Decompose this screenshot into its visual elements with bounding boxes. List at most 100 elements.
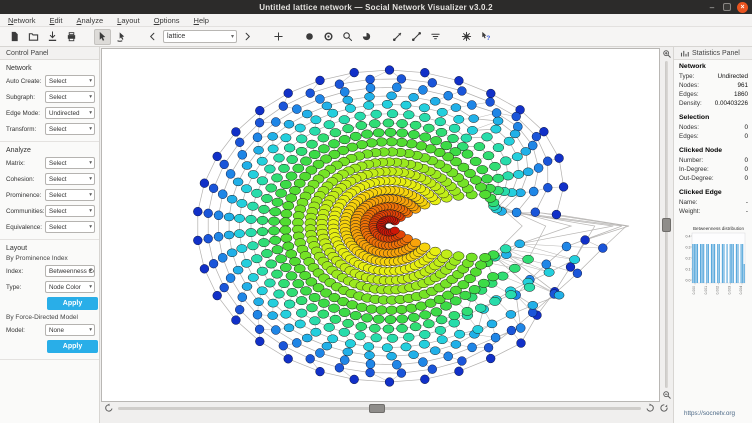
- stats-row: Edges:0: [679, 132, 748, 141]
- control-panel-title: Control Panel: [0, 47, 99, 60]
- rotation-slider-handle[interactable]: [369, 404, 385, 413]
- stats-row: Density:0.00403226: [679, 99, 748, 108]
- menu-layout[interactable]: Layout: [117, 16, 140, 25]
- save-network-button[interactable]: [44, 29, 61, 45]
- analyze-select[interactable]: Select▾: [45, 157, 95, 169]
- rotate-right-icon[interactable]: [645, 403, 655, 413]
- stats-row: Number:0: [679, 156, 748, 165]
- section-title-analyze: Analyze: [6, 147, 95, 154]
- stats-row: Nodes:961: [679, 81, 748, 90]
- open-network-button[interactable]: [25, 29, 42, 45]
- zoom-slider-groove[interactable]: [665, 61, 668, 388]
- prominence-select[interactable]: Node Color▾: [45, 281, 95, 293]
- network-select[interactable]: Select▾: [45, 75, 95, 87]
- remove-node-button[interactable]: [320, 29, 337, 45]
- statistics-panel-title: Statistics Panel: [692, 50, 740, 57]
- stats-row: In-Degree:0: [679, 165, 748, 174]
- analyze-select[interactable]: Select▾: [45, 189, 95, 201]
- socnetv-link[interactable]: https://socnetv.org: [679, 408, 748, 420]
- zoom-slider-handle[interactable]: [662, 218, 671, 232]
- stats-section-clicked-node: Clicked Node Number:0In-Degree:0Out-Degre…: [679, 147, 748, 183]
- analyze-label: Prominence:: [4, 192, 45, 199]
- apply-prominence-button[interactable]: Apply: [47, 297, 98, 310]
- settings-button[interactable]: [458, 29, 475, 45]
- rotate-left-icon[interactable]: [104, 403, 114, 413]
- stats-row: Edges:1860: [679, 90, 748, 99]
- stats-row: Type:Undirected: [679, 72, 748, 81]
- section-layout: LayoutBy Prominence IndexIndex:Betweenne…: [0, 240, 99, 360]
- chevron-left-button[interactable]: [144, 29, 161, 45]
- bottom-strip: [100, 414, 673, 423]
- menu-options[interactable]: Options: [154, 16, 180, 25]
- prominence-select[interactable]: Betweenness Cen▾: [45, 265, 95, 277]
- network-select[interactable]: Select▾: [45, 91, 95, 103]
- menu-network[interactable]: Network: [8, 16, 36, 25]
- svg-text:?: ?: [486, 35, 490, 42]
- svg-text:0.000: 0.000: [692, 286, 696, 295]
- close-button[interactable]: ×: [737, 2, 748, 13]
- zoom-out-icon[interactable]: [662, 390, 672, 400]
- network-graph: [102, 49, 659, 401]
- menu-analyze[interactable]: Analyze: [76, 16, 103, 25]
- section-network: NetworkAuto Create:Select▾Subgraph:Selec…: [0, 60, 99, 142]
- filter-edges-button[interactable]: [427, 29, 444, 45]
- stats-section-title: Selection: [679, 114, 748, 121]
- network-select[interactable]: Select▾: [45, 123, 95, 135]
- network-select[interactable]: Undirected▾: [45, 107, 95, 119]
- section-analyze: AnalyzeMatrix:Select▾Cohesion:Select▾Pro…: [0, 142, 99, 240]
- menu-help[interactable]: Help: [194, 16, 209, 25]
- relation-combobox-value: lattice: [167, 33, 185, 40]
- svg-text:0.001: 0.001: [704, 286, 708, 295]
- svg-text:0.0: 0.0: [686, 279, 691, 283]
- context-help-button[interactable]: ?: [477, 29, 494, 45]
- apply-force-button[interactable]: Apply: [47, 340, 98, 353]
- rotation-slider-bar: [100, 402, 673, 414]
- statistics-icon: [680, 49, 689, 58]
- zoom-slider-vertical: [660, 47, 673, 402]
- menu-edit[interactable]: Edit: [50, 16, 63, 25]
- analyze-label: Cohesion:: [4, 176, 45, 183]
- maximize-button[interactable]: [723, 3, 731, 11]
- network-label: Auto Create:: [4, 78, 45, 85]
- analyze-label: Equivalence:: [4, 224, 45, 231]
- edit-pointer-button[interactable]: [113, 29, 130, 45]
- reset-view-icon[interactable]: [659, 403, 669, 413]
- stats-row: Out-Degree:0: [679, 174, 748, 183]
- rotation-slider-groove[interactable]: [118, 407, 641, 410]
- window-title: Untitled lattice network — Social Networ…: [0, 3, 752, 12]
- subtitle-force: By Force-Directed Model: [6, 314, 95, 321]
- section-title-network: Network: [6, 65, 95, 72]
- zoom-in-icon[interactable]: [662, 49, 672, 59]
- plus-button[interactable]: [270, 29, 287, 45]
- control-panel: Control Panel NetworkAuto Create:Select▾…: [0, 47, 100, 423]
- subtitle-prominence: By Prominence Index: [6, 255, 95, 262]
- statistics-panel: Statistics Panel NetworkType:UndirectedN…: [673, 47, 752, 423]
- toolbar: lattice▾?: [0, 27, 752, 47]
- analyze-select[interactable]: Select▾: [45, 173, 95, 185]
- svg-text:0.2: 0.2: [686, 257, 691, 261]
- stats-section-title: Network: [679, 63, 748, 70]
- add-edge-button[interactable]: [389, 29, 406, 45]
- remove-edge-button[interactable]: [408, 29, 425, 45]
- find-node-button[interactable]: [339, 29, 356, 45]
- svg-text:0.002: 0.002: [716, 286, 720, 295]
- chevron-right-button[interactable]: [239, 29, 256, 45]
- minimize-button[interactable]: –: [707, 2, 717, 12]
- add-node-button[interactable]: [301, 29, 318, 45]
- new-network-button[interactable]: [6, 29, 23, 45]
- print-network-button[interactable]: [63, 29, 80, 45]
- force-select[interactable]: None▾: [45, 324, 95, 336]
- svg-text:0.003: 0.003: [727, 286, 731, 295]
- title-bar: Untitled lattice network — Social Networ…: [0, 0, 752, 14]
- svg-text:0.004: 0.004: [739, 286, 743, 295]
- prominence-label: Type:: [4, 284, 45, 291]
- select-pointer-button[interactable]: [94, 29, 111, 45]
- svg-text:0.4: 0.4: [686, 235, 691, 239]
- stats-section-title: Clicked Node: [679, 147, 748, 154]
- analyze-select[interactable]: Select▾: [45, 205, 95, 217]
- stats-row: Name:-: [679, 198, 748, 207]
- analyze-select[interactable]: Select▾: [45, 221, 95, 233]
- relation-combobox[interactable]: lattice▾: [163, 30, 237, 43]
- graph-canvas[interactable]: [101, 48, 660, 402]
- node-properties-button[interactable]: [358, 29, 375, 45]
